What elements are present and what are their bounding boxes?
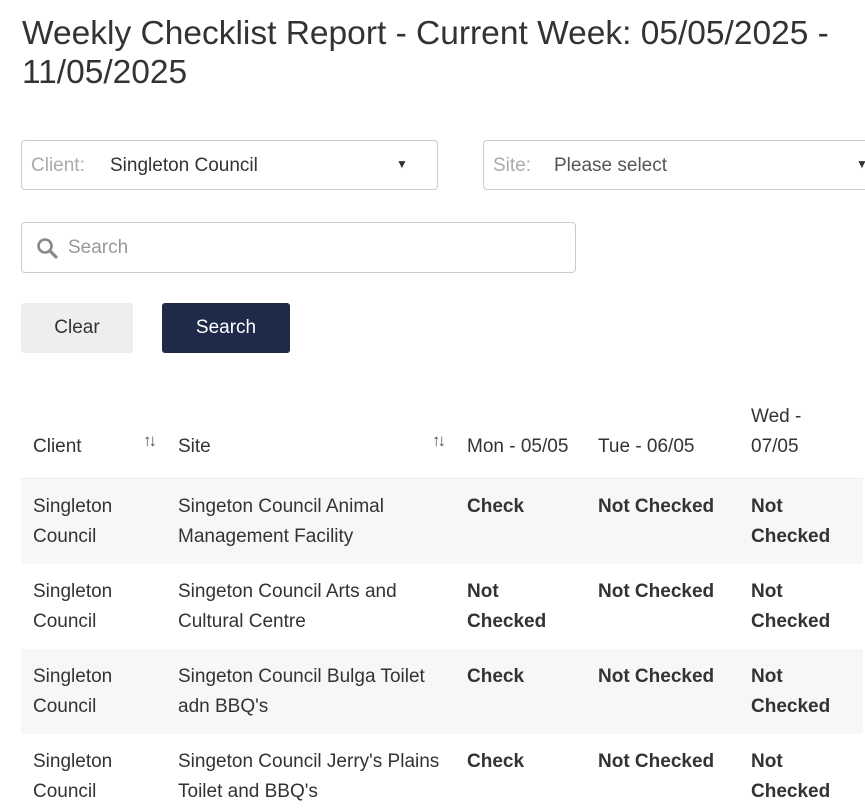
cell-site: Singeton Council Bulga Toilet adn BBQ's [178, 666, 425, 717]
table-row: Singleton Council Singeton Council Jerry… [21, 734, 863, 808]
report-table: Client ↑↓ Site ↑↓ Mon - 05/05 Tue - 06/0… [21, 392, 863, 808]
column-header-client-label: Client [33, 436, 82, 457]
table-row: Singleton Council Singeton Council Arts … [21, 564, 863, 649]
cell-site: Singeton Council Animal Management Facil… [178, 496, 384, 547]
client-select[interactable]: Client: Singleton Council ▼ [21, 140, 438, 190]
cell-mon-status: Not Checked [467, 581, 547, 632]
column-header-mon: Mon - 05/05 [455, 392, 586, 479]
cell-wed-status: Not Checked [751, 666, 831, 717]
chevron-down-icon: ▼ [396, 157, 408, 171]
search-button[interactable]: Search [162, 303, 290, 353]
search-field [21, 222, 576, 273]
clear-button[interactable]: Clear [21, 303, 133, 353]
site-select-label: Site: [493, 155, 532, 176]
column-header-wed: Wed - 07/05 [739, 392, 863, 479]
column-header-site[interactable]: Site ↑↓ [166, 392, 455, 479]
cell-mon-status: Check [467, 496, 525, 517]
cell-site: Singeton Council Arts and Cultural Centr… [178, 581, 397, 632]
cell-client: Singleton Council [33, 496, 113, 547]
sort-icon[interactable]: ↑↓ [143, 426, 157, 456]
page: Weekly Checklist Report - Current Week: … [0, 0, 865, 808]
site-select-value: Please select [554, 155, 668, 176]
cell-client: Singleton Council [33, 751, 113, 802]
cell-wed-status: Not Checked [751, 496, 831, 547]
table-row: Singleton Council Singeton Council Bulga… [21, 649, 863, 734]
sort-icon[interactable]: ↑↓ [432, 426, 446, 456]
search-icon [37, 238, 58, 259]
table-header-row: Client ↑↓ Site ↑↓ Mon - 05/05 Tue - 06/0… [21, 392, 863, 479]
cell-tue-status: Not Checked [598, 666, 715, 687]
column-header-tue: Tue - 06/05 [586, 392, 739, 479]
table-row: Singleton Council Singeton Council Anima… [21, 478, 863, 564]
cell-wed-status: Not Checked [751, 751, 831, 802]
column-header-site-label: Site [178, 436, 211, 457]
cell-tue-status: Not Checked [598, 496, 715, 517]
cell-tue-status: Not Checked [598, 581, 715, 602]
chevron-down-icon: ▼ [856, 157, 865, 171]
cell-wed-status: Not Checked [751, 581, 831, 632]
cell-tue-status: Not Checked [598, 751, 715, 772]
search-input[interactable] [66, 233, 560, 263]
cell-site: Singeton Council Jerry's Plains Toilet a… [178, 751, 440, 802]
page-title: Weekly Checklist Report - Current Week: … [22, 15, 829, 91]
client-select-value: Singleton Council [110, 155, 258, 176]
cell-mon-status: Check [467, 751, 525, 772]
cell-mon-status: Check [467, 666, 525, 687]
cell-client: Singleton Council [33, 666, 113, 717]
client-select-label: Client: [31, 155, 85, 176]
cell-client: Singleton Council [33, 581, 113, 632]
column-header-client[interactable]: Client ↑↓ [21, 392, 166, 479]
site-select[interactable]: Site: Please select ▼ [483, 140, 865, 190]
